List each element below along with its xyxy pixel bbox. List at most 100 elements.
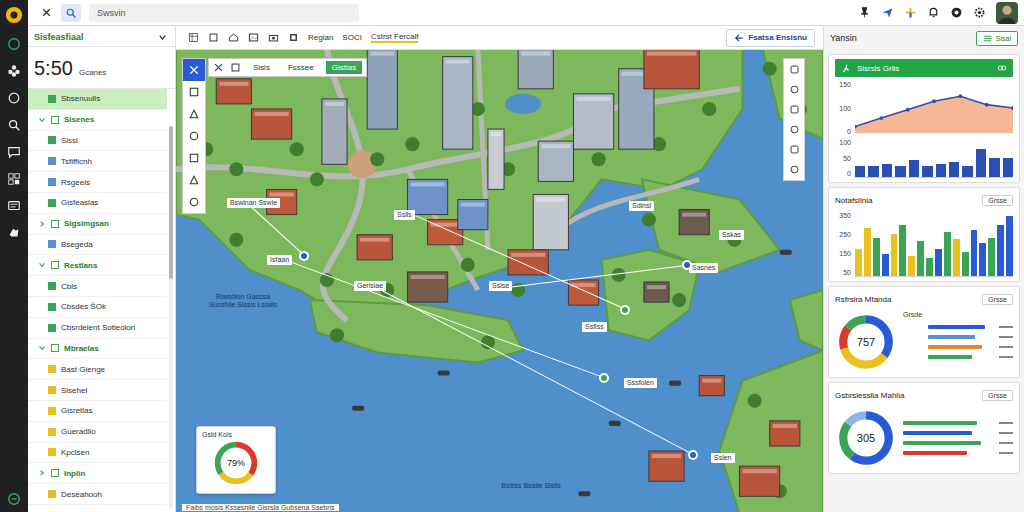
nav-item[interactable]: Tsfifficnh [28, 151, 167, 172]
nav-item[interactable]: Bast Gienge [28, 359, 167, 380]
avatar-icon[interactable] [996, 2, 1018, 24]
chevron-down-icon[interactable] [38, 116, 46, 124]
map-action-icon[interactable] [789, 64, 800, 75]
map-label[interactable]: Ssflss [582, 322, 607, 332]
bar[interactable] [971, 230, 978, 276]
map-tool[interactable] [183, 103, 205, 125]
toolbar-item[interactable]: Regian [308, 33, 333, 42]
map-tab[interactable]: Fsssee [282, 61, 320, 74]
map-action-icon[interactable] [789, 84, 800, 95]
close-icon[interactable] [40, 6, 53, 19]
bar[interactable] [868, 166, 878, 177]
map-pin-icon[interactable] [688, 450, 698, 460]
nav-item[interactable]: Sissl [28, 131, 167, 152]
map-pin-icon[interactable] [682, 260, 692, 270]
map-action-icon[interactable] [789, 144, 800, 155]
nav-group[interactable]: Inplin [28, 463, 167, 484]
bar[interactable] [936, 164, 946, 177]
bar[interactable] [873, 238, 880, 276]
bar[interactable] [962, 166, 972, 177]
map-tab[interactable]: Gistlas [326, 61, 362, 74]
map-label[interactable]: Sslls [394, 210, 415, 220]
map[interactable]: Riwsdion Gasssa Susshiie Sissis LsialisB… [176, 50, 823, 512]
toolbar-item[interactable]: Cstrst Fercalf [371, 32, 419, 43]
nav-item[interactable]: Sisehel [28, 380, 167, 401]
donut-segment[interactable] [843, 319, 888, 364]
area-point[interactable] [1011, 106, 1013, 110]
chevron-right-icon[interactable] [38, 220, 46, 228]
panel-header[interactable]: Sisfeasfiaal [28, 26, 175, 47]
nav-item[interactable]: Gisretlas [28, 401, 167, 422]
link-icon[interactable] [997, 63, 1007, 73]
status-icon[interactable] [7, 492, 21, 506]
donut-segment[interactable] [843, 319, 888, 364]
chevron-down-icon[interactable] [38, 344, 46, 352]
area-point[interactable] [932, 99, 936, 103]
nav-group[interactable]: Mbraelas [28, 339, 167, 360]
nav-item[interactable]: Bsegeda [28, 235, 167, 256]
chat-icon[interactable] [7, 145, 21, 159]
frame-icon[interactable] [288, 32, 299, 43]
bar[interactable] [855, 166, 865, 177]
donut-segment[interactable] [843, 319, 888, 364]
search-button[interactable] [61, 4, 81, 22]
bar[interactable] [882, 164, 892, 177]
view-dropdown[interactable]: Sisal [976, 31, 1018, 46]
map-tool[interactable] [183, 147, 205, 169]
grid-icon[interactable] [7, 172, 21, 186]
card-button[interactable]: Grsse [982, 294, 1013, 305]
bell-icon[interactable] [927, 6, 940, 19]
nav-item[interactable]: Cbsrdelent Sotieolon [28, 318, 167, 339]
nav-item[interactable]: Gisfeaslas [28, 193, 167, 214]
map-tool[interactable] [183, 59, 205, 81]
map-label[interactable]: Sssfolen [624, 378, 657, 388]
area-point[interactable] [906, 108, 910, 112]
nav-item[interactable]: Sbsenuulls [28, 89, 167, 110]
map-pin-icon[interactable] [599, 373, 609, 383]
map-label[interactable]: Sslen [711, 453, 735, 463]
nav-group[interactable]: Sigsimgsan [28, 214, 167, 235]
map-tab[interactable]: Sisis [247, 61, 276, 74]
area-point[interactable] [985, 103, 989, 107]
bar[interactable] [962, 252, 969, 276]
grid-icon[interactable] [188, 32, 199, 43]
map-label[interactable]: Sslse [489, 281, 512, 291]
bar[interactable] [949, 162, 959, 177]
chevron-right-icon[interactable] [38, 469, 46, 477]
gauge-card[interactable]: Gsld Kois79% [196, 426, 276, 494]
compass-icon[interactable] [7, 37, 21, 51]
nav-item[interactable]: Deseahooh [28, 484, 167, 505]
map-label[interactable]: Sdinsl [629, 201, 654, 211]
map-tool[interactable] [183, 125, 205, 147]
hand-icon[interactable] [7, 226, 21, 240]
nav-item[interactable]: Cbsdes ŠOk [28, 297, 167, 318]
nav-item[interactable]: Gueradlio [28, 422, 167, 443]
plus-icon[interactable] [904, 6, 917, 19]
bar[interactable] [891, 234, 898, 276]
bar[interactable] [997, 225, 1004, 276]
circle-icon[interactable] [7, 91, 21, 105]
map-action-icon[interactable] [789, 164, 800, 175]
map-label[interactable]: Isfaan [267, 255, 292, 265]
layers-icon[interactable] [208, 32, 219, 43]
map-label[interactable]: Bswlnan Sswle [227, 198, 280, 208]
bar[interactable] [989, 158, 999, 177]
scroll-thumb[interactable] [169, 126, 173, 279]
toolbar-item[interactable]: SOCI [342, 33, 362, 42]
bar[interactable] [976, 149, 986, 178]
area-point[interactable] [855, 125, 857, 129]
bar[interactable] [926, 258, 933, 276]
nav-group[interactable]: Restlans [28, 255, 167, 276]
settings-icon[interactable] [973, 6, 986, 19]
donut-segment[interactable] [843, 319, 888, 364]
toolbar-button[interactable]: Fsatsa Ensisnu [726, 29, 815, 47]
bar[interactable] [1006, 216, 1013, 276]
bar[interactable] [895, 166, 905, 177]
map-label[interactable]: Gerlsiae [354, 281, 386, 291]
bar[interactable] [909, 160, 919, 177]
message-icon[interactable] [7, 199, 21, 213]
donut-segment[interactable] [843, 415, 888, 460]
bar[interactable] [979, 243, 986, 276]
map-action-icon[interactable] [789, 104, 800, 115]
logo-icon[interactable] [5, 6, 23, 24]
